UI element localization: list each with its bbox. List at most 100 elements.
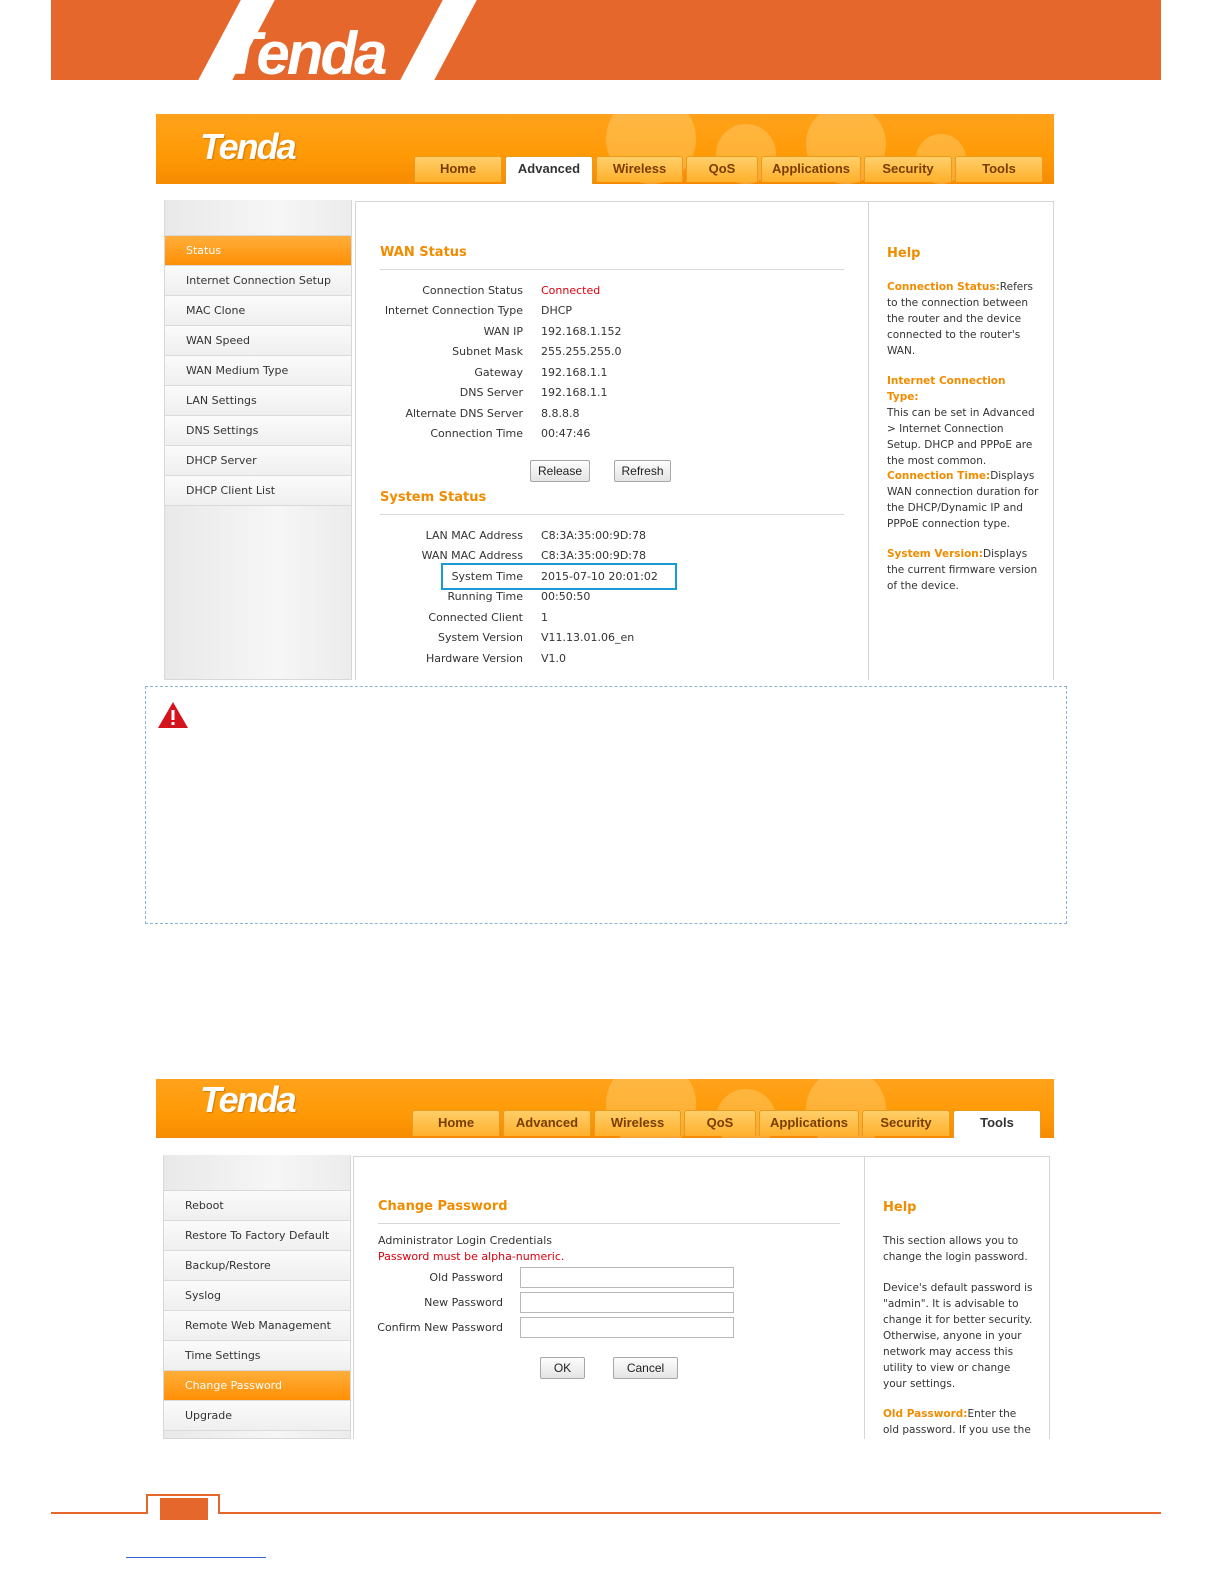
tenda-logo: Tenda: [225, 20, 387, 81]
row-value: 8.8.8.8: [541, 407, 580, 420]
old-password-input[interactable]: [520, 1267, 734, 1288]
new-password-input[interactable]: [520, 1292, 734, 1313]
system-time-highlight: [441, 563, 677, 590]
sidebar-item-change-password[interactable]: Change Password: [164, 1371, 350, 1401]
row-value: V1.0: [541, 652, 567, 665]
main-nav-tabs: Home Advanced Wireless QoS Applications …: [412, 1110, 1041, 1138]
row-value: C8:3A:35:00:9D:78: [541, 549, 646, 562]
help-intro: This section allows you to change the lo…: [883, 1235, 1028, 1263]
help-connection-time: Connection Time:Displays WAN connection …: [887, 470, 1039, 530]
note-box: [145, 686, 1067, 924]
sidebar-item-reboot[interactable]: Reboot: [164, 1191, 350, 1221]
row-label: Gateway: [474, 366, 523, 379]
row-value: 00:47:46: [541, 427, 591, 440]
field-label: Old Password: [429, 1271, 503, 1284]
row-label: Subnet Mask: [452, 345, 523, 358]
field-label: Confirm New Password: [377, 1321, 503, 1334]
change-password-title: Change Password: [378, 1199, 508, 1214]
row-label: Alternate DNS Server: [405, 407, 523, 420]
tab-security[interactable]: Security: [862, 1110, 950, 1136]
main-nav-tabs: Home Advanced Wireless QoS Applications …: [414, 156, 1043, 184]
status-main-panel: WAN Status Connection Status Connected I…: [355, 201, 869, 680]
tab-advanced[interactable]: Advanced: [505, 156, 593, 184]
sidebar-item-dns-settings[interactable]: DNS Settings: [165, 416, 351, 446]
page-number-tab: [146, 1494, 220, 1520]
help-connection-status: Connection Status:Refers to the connecti…: [887, 281, 1034, 357]
sidebar-item-time-settings[interactable]: Time Settings: [164, 1341, 350, 1371]
row-value: DHCP: [541, 304, 573, 317]
sidebar-item-wan-speed[interactable]: WAN Speed: [165, 326, 351, 356]
tab-applications[interactable]: Applications: [759, 1110, 859, 1136]
warning-icon: [158, 702, 188, 728]
tab-home[interactable]: Home: [412, 1110, 500, 1136]
row-label: Running Time: [447, 590, 524, 603]
row-label: Hardware Version: [425, 652, 523, 665]
sidebar-item-internet-connection-setup[interactable]: Internet Connection Setup: [165, 266, 351, 296]
tab-home[interactable]: Home: [414, 156, 502, 182]
field-label: New Password: [424, 1296, 503, 1309]
row-value: 1: [541, 611, 548, 624]
tab-qos[interactable]: QoS: [684, 1110, 756, 1136]
confirm-password-input[interactable]: [520, 1317, 734, 1338]
router-logo: Tenda: [200, 126, 297, 167]
row-value: 192.168.1.152: [541, 325, 622, 338]
help-default-password: Device's default password is "admin". It…: [883, 1282, 1033, 1390]
tab-applications[interactable]: Applications: [761, 156, 861, 182]
sidebar-item-restore-factory-default[interactable]: Restore To Factory Default: [164, 1221, 350, 1251]
release-button[interactable]: Release: [530, 460, 590, 482]
tab-wireless[interactable]: Wireless: [594, 1110, 681, 1136]
row-value: 255.255.255.0: [541, 345, 622, 358]
row-label: Connection Time: [430, 427, 523, 440]
row-label: WAN IP: [483, 325, 523, 338]
router-header: Tenda Home Advanced Wireless QoS Applica…: [156, 1079, 1054, 1138]
router-logo: Tenda: [200, 1079, 297, 1120]
refresh-button[interactable]: Refresh: [614, 460, 671, 482]
row-label: Connected Client: [428, 611, 523, 624]
row-label: DNS Server: [459, 386, 523, 399]
sidebar-item-dhcp-client-list[interactable]: DHCP Client List: [165, 476, 351, 506]
sidebar-item-mac-clone[interactable]: MAC Clone: [165, 296, 351, 326]
router-status-screenshot: Tenda Home Advanced Wireless QoS Applica…: [156, 114, 1054, 680]
credentials-subtitle: Administrator Login Credentials: [378, 1234, 553, 1247]
tab-qos[interactable]: QoS: [686, 156, 758, 182]
help-connection-type: Internet Connection Type: This can be set…: [887, 375, 1035, 467]
row-value: 00:50:50: [541, 590, 591, 603]
row-label: WAN MAC Address: [421, 549, 523, 562]
connection-status-value: Connected: [541, 284, 601, 297]
document-header-banner: Tenda: [51, 0, 1161, 80]
router-header: Tenda Home Advanced Wireless QoS Applica…: [156, 114, 1054, 184]
row-label: Internet Connection Type: [384, 304, 523, 317]
router-change-password-screenshot: Tenda Home Advanced Wireless QoS Applica…: [156, 1079, 1054, 1439]
sidebar-item-status[interactable]: Status: [165, 236, 351, 266]
help-panel: Help This section allows you to change t…: [865, 1156, 1050, 1439]
change-password-panel: Change Password Administrator Login Cred…: [353, 1156, 865, 1439]
ok-button[interactable]: OK: [540, 1357, 585, 1379]
sidebar-item-remote-web-management[interactable]: Remote Web Management: [164, 1311, 350, 1341]
tab-tools[interactable]: Tools: [955, 156, 1043, 182]
row-value: C8:3A:35:00:9D:78: [541, 529, 646, 542]
row-value: V11.13.01.06_en: [541, 631, 635, 644]
tab-tools[interactable]: Tools: [953, 1110, 1041, 1138]
sidebar-menu: Reboot Restore To Factory Default Backup…: [163, 1155, 351, 1439]
row-label: LAN MAC Address: [425, 529, 523, 542]
sidebar-item-lan-settings[interactable]: LAN Settings: [165, 386, 351, 416]
tab-advanced[interactable]: Advanced: [503, 1110, 591, 1136]
row-label: Connection Status: [422, 284, 523, 297]
help-panel: Help Connection Status:Refers to the con…: [869, 201, 1054, 680]
sidebar-item-dhcp-server[interactable]: DHCP Server: [165, 446, 351, 476]
row-value: 192.168.1.1: [541, 386, 608, 399]
tab-security[interactable]: Security: [864, 156, 952, 182]
password-rule-warning: Password must be alpha-numeric.: [378, 1250, 565, 1263]
sidebar-item-syslog[interactable]: Syslog: [164, 1281, 350, 1311]
sidebar-menu: Status Internet Connection Setup MAC Clo…: [164, 200, 352, 680]
tab-wireless[interactable]: Wireless: [596, 156, 683, 182]
cancel-button[interactable]: Cancel: [613, 1357, 678, 1379]
help-old-password: Old Password:Enter the old password. If …: [883, 1408, 1031, 1436]
sidebar-item-upgrade[interactable]: Upgrade: [164, 1401, 350, 1431]
sidebar-item-wan-medium-type[interactable]: WAN Medium Type: [165, 356, 351, 386]
wan-status-title: WAN Status: [380, 245, 467, 260]
help-title: Help: [883, 1200, 917, 1215]
row-value: 192.168.1.1: [541, 366, 608, 379]
row-label: System Version: [438, 631, 523, 644]
sidebar-item-backup-restore[interactable]: Backup/Restore: [164, 1251, 350, 1281]
